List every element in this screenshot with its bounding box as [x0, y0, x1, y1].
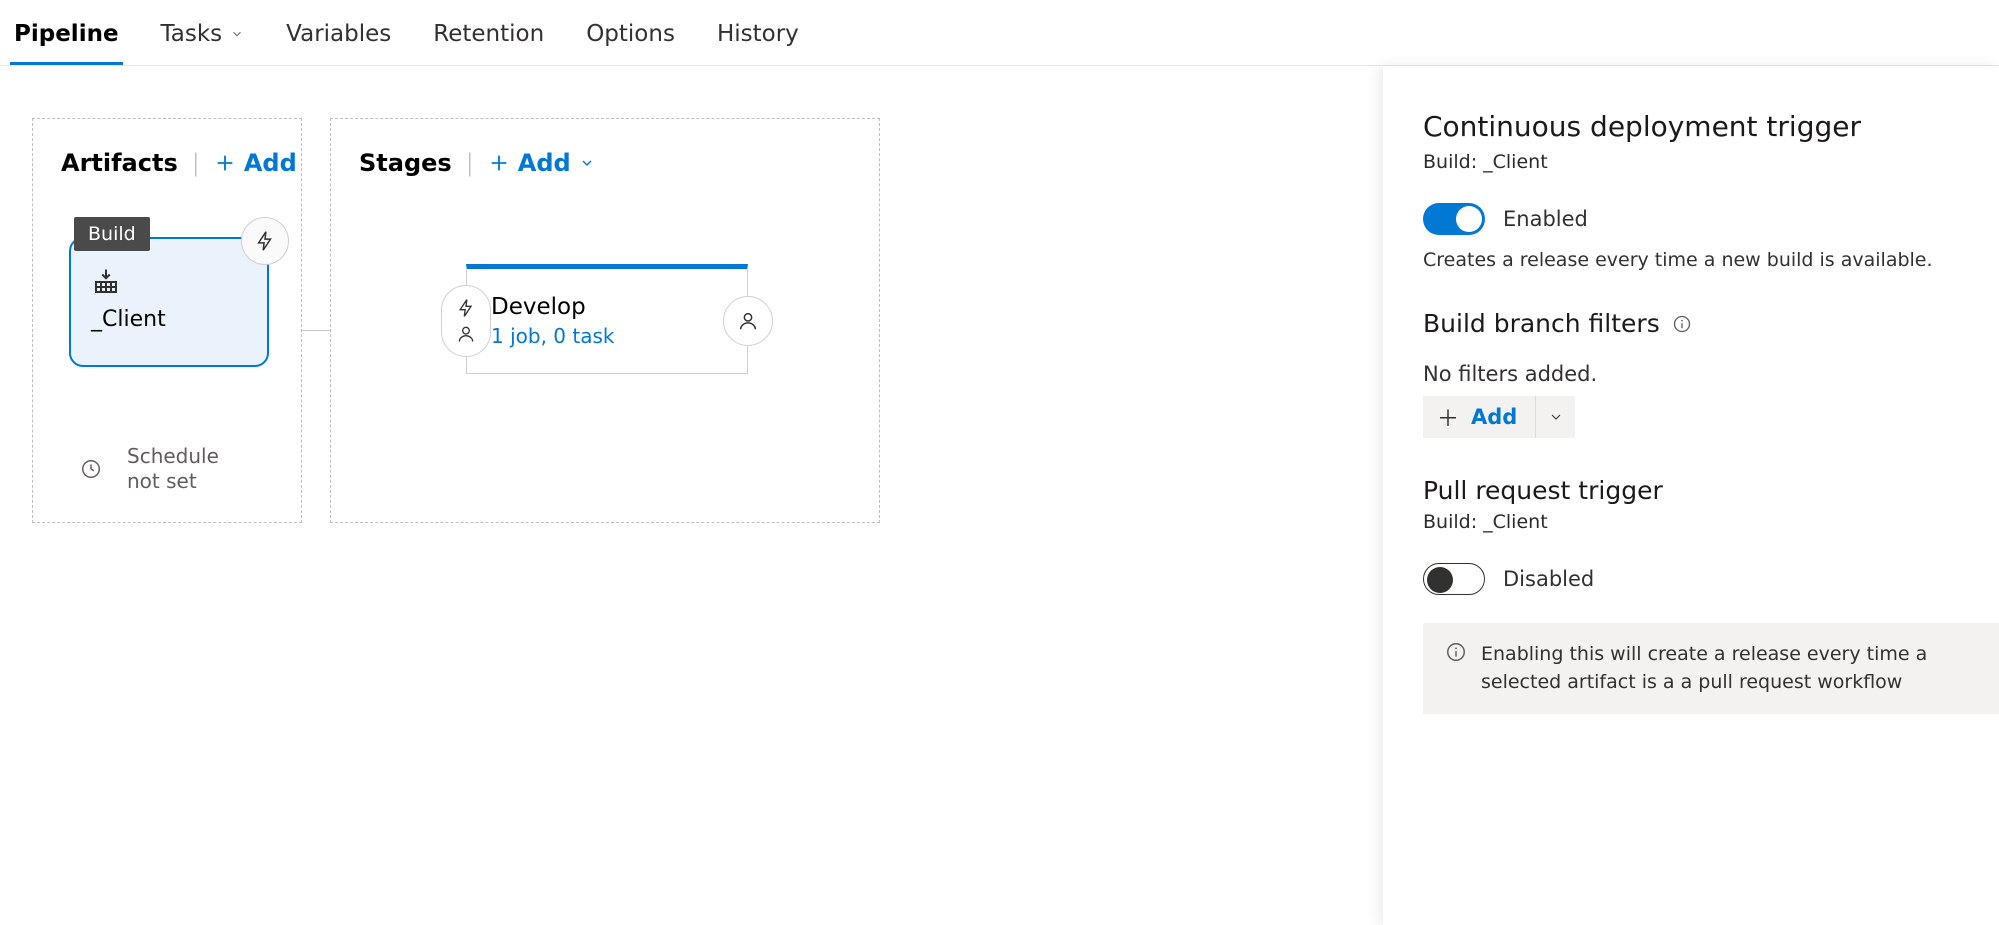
- tab-pipeline[interactable]: Pipeline: [10, 3, 123, 65]
- add-filter-split-button: ＋ Add: [1423, 396, 1575, 438]
- pr-info-text: Enabling this will create a release ever…: [1481, 641, 1977, 696]
- artifact-body: _Client: [71, 239, 267, 332]
- pipeline-tabs: Pipeline Tasks Variables Retention Optio…: [0, 0, 1999, 66]
- stage-card[interactable]: Develop 1 job, 0 task: [466, 264, 748, 374]
- pr-info-banner: Enabling this will create a release ever…: [1423, 623, 1999, 714]
- tab-history[interactable]: History: [713, 3, 803, 65]
- stage-subtitle[interactable]: 1 job, 0 task: [491, 324, 614, 348]
- stage-info: Develop 1 job, 0 task: [491, 294, 614, 348]
- separator: |: [466, 149, 474, 177]
- build-source-icon: [91, 267, 121, 297]
- pr-toggle-label: Disabled: [1503, 567, 1594, 591]
- person-icon: [456, 324, 476, 344]
- cd-enabled-toggle[interactable]: [1423, 203, 1485, 235]
- clock-icon: [80, 458, 102, 480]
- pr-build-label: Build: _Client: [1423, 511, 1999, 533]
- tab-tasks-label: Tasks: [161, 21, 223, 47]
- info-icon[interactable]: [1672, 314, 1692, 334]
- no-filters-text: No filters added.: [1423, 362, 1999, 386]
- add-stage-label: Add: [518, 149, 571, 177]
- plus-icon: [214, 152, 236, 174]
- chevron-down-icon: [1548, 409, 1564, 425]
- trigger-panel: Continuous deployment trigger Build: _Cl…: [1383, 66, 1999, 925]
- schedule-block[interactable]: Schedule not set: [69, 444, 219, 494]
- schedule-line2: not set: [127, 469, 219, 494]
- pr-enabled-toggle[interactable]: [1423, 563, 1485, 595]
- branch-filters-heading: Build branch filters: [1423, 309, 1999, 338]
- stage-name: Develop: [491, 294, 614, 320]
- schedule-line1: Schedule: [127, 444, 219, 469]
- add-stage-button[interactable]: Add: [488, 149, 595, 177]
- info-icon: [1445, 641, 1467, 663]
- stage-conditions-button[interactable]: [441, 285, 491, 357]
- add-filter-label: Add: [1471, 405, 1517, 429]
- artifacts-title: Artifacts: [61, 149, 178, 177]
- artifact-card[interactable]: Build _Client: [69, 237, 269, 367]
- lightning-icon: [456, 298, 476, 318]
- chevron-down-icon: [579, 155, 595, 171]
- stages-header: Stages | Add: [331, 119, 879, 177]
- separator: |: [192, 149, 200, 177]
- artifact-name: _Client: [91, 307, 247, 332]
- schedule-text: Schedule not set: [127, 444, 219, 494]
- lightning-icon: [254, 230, 276, 252]
- stages-title: Stages: [359, 149, 452, 177]
- cd-toggle-label: Enabled: [1503, 207, 1588, 231]
- stage-post-approval-button[interactable]: [723, 296, 773, 346]
- add-filter-dropdown[interactable]: [1535, 396, 1575, 438]
- schedule-hex: [69, 444, 113, 494]
- tab-variables[interactable]: Variables: [282, 3, 395, 65]
- chevron-down-icon: [230, 27, 244, 41]
- plus-icon: ＋: [1437, 401, 1459, 433]
- plus-icon: [488, 152, 510, 174]
- cd-build-label: Build: _Client: [1423, 151, 1999, 173]
- cd-toggle-row: Enabled: [1423, 203, 1999, 235]
- pr-trigger-heading: Pull request trigger: [1423, 476, 1999, 505]
- person-icon: [737, 310, 759, 332]
- tab-options[interactable]: Options: [582, 3, 679, 65]
- artifacts-header: Artifacts | Add: [33, 119, 301, 177]
- tab-tasks[interactable]: Tasks: [157, 3, 249, 65]
- stages-zone: Stages | Add Develop 1 job, 0 task: [330, 118, 880, 523]
- add-filter-button[interactable]: ＋ Add: [1423, 401, 1535, 433]
- cd-description: Creates a release every time a new build…: [1423, 249, 1999, 271]
- artifact-type-tag: Build: [74, 217, 150, 251]
- add-artifact-button[interactable]: Add: [214, 149, 297, 177]
- add-artifact-label: Add: [244, 149, 297, 177]
- artifact-trigger-button[interactable]: [241, 217, 289, 265]
- cd-trigger-heading: Continuous deployment trigger: [1423, 110, 1999, 143]
- branch-filters-label: Build branch filters: [1423, 309, 1660, 338]
- tab-retention[interactable]: Retention: [429, 3, 548, 65]
- pr-toggle-row: Disabled: [1423, 563, 1999, 595]
- artifacts-zone: Artifacts | Add Build _Client: [32, 118, 302, 523]
